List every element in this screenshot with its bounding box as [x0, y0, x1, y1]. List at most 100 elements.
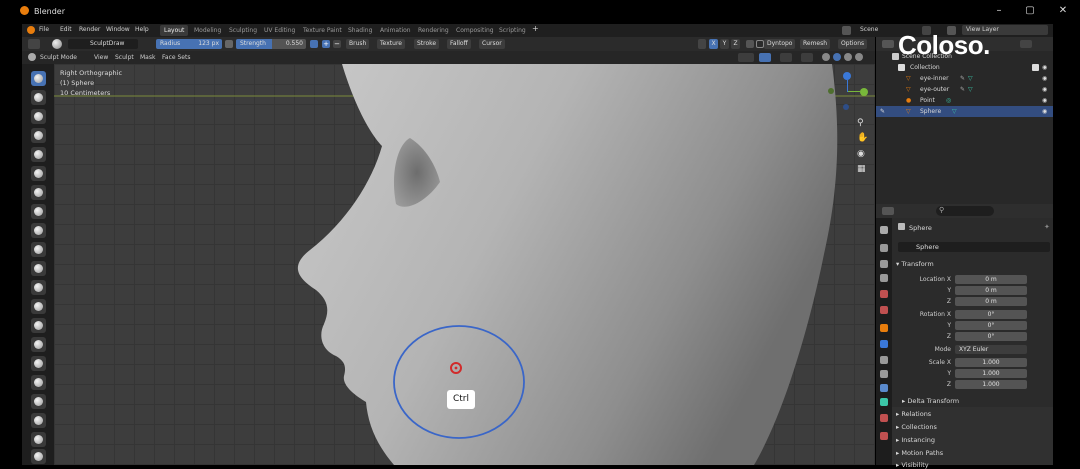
tab-layout[interactable]: Layout — [160, 25, 189, 36]
maximize-button[interactable]: ▢ — [1021, 4, 1039, 18]
pan-hand-icon[interactable]: ✋ — [857, 133, 868, 143]
tool-clay-thumb[interactable] — [31, 147, 46, 162]
modifier-tab-icon[interactable] — [880, 340, 888, 348]
tool-clay-strips[interactable] — [31, 128, 46, 143]
transform-section-header[interactable]: ▾ Transform — [896, 260, 934, 268]
menu-window[interactable]: Window — [106, 26, 130, 33]
tab-compositing[interactable]: Compositing — [452, 25, 498, 36]
scale-y-field[interactable]: 1.000 — [955, 369, 1027, 378]
mirror-x-toggle[interactable]: X — [709, 39, 718, 49]
stroke-menu[interactable]: Stroke — [414, 39, 440, 49]
scene-tab-icon[interactable] — [880, 290, 888, 298]
gizmo-z-icon[interactable] — [843, 72, 851, 80]
close-button[interactable]: ✕ — [1054, 4, 1072, 18]
view-layer-tab-icon[interactable] — [880, 274, 888, 282]
visibility-icon[interactable] — [738, 53, 754, 62]
location-y-field[interactable]: 0 m — [955, 286, 1027, 295]
outliner-row-collection[interactable]: Collection ◉ — [876, 62, 1053, 73]
tool-pinch[interactable] — [31, 337, 46, 352]
location-z-field[interactable]: 0 m — [955, 297, 1027, 306]
gizmo-neg-y-icon[interactable] — [828, 88, 834, 94]
pin-icon[interactable]: ✦ — [1044, 223, 1050, 231]
remesh-menu[interactable]: Remesh — [800, 39, 831, 49]
edit-pencil-icon[interactable]: ✎ — [880, 106, 885, 117]
scene-selector[interactable]: Scene — [860, 26, 878, 33]
material-shading-icon[interactable] — [844, 53, 852, 61]
outliner-editor-type-icon[interactable] — [882, 40, 894, 48]
tool-draw-sharp[interactable] — [31, 90, 46, 105]
material-tab-icon[interactable] — [880, 414, 888, 422]
constraints-tab-icon[interactable] — [880, 384, 888, 392]
mirror-z-toggle[interactable]: Z — [731, 39, 740, 49]
solid-shading-icon[interactable] — [833, 53, 841, 61]
symmetry-icon[interactable] — [698, 39, 706, 49]
tab-animation[interactable]: Animation — [376, 25, 415, 36]
gizmo-neg-z-icon[interactable] — [843, 104, 849, 110]
visibility-eye-icon[interactable]: ◉ — [1042, 73, 1047, 84]
visibility-eye-icon[interactable]: ◉ — [1042, 62, 1047, 73]
texture-menu[interactable]: Texture — [377, 39, 405, 49]
menu-face-sets[interactable]: Face Sets — [162, 54, 190, 61]
visibility-eye-icon[interactable]: ◉ — [1042, 95, 1047, 106]
wireframe-shading-icon[interactable] — [822, 53, 830, 61]
brush-type-icon[interactable] — [28, 39, 40, 49]
mirror-y-toggle[interactable]: Y — [720, 39, 729, 49]
tool-multiplane-scrape[interactable] — [31, 318, 46, 333]
visibility-eye-icon[interactable]: ◉ — [1042, 84, 1047, 95]
tool-fill[interactable] — [31, 280, 46, 295]
navigation-gizmo[interactable] — [828, 68, 868, 110]
tool-draw[interactable] — [31, 71, 46, 86]
instancing-section[interactable]: ▸ Instancing — [896, 436, 935, 444]
collections-section[interactable]: ▸ Collections — [896, 423, 937, 431]
lock-axis-icon[interactable] — [746, 40, 754, 48]
output-tab-icon[interactable] — [880, 260, 888, 268]
texture-tab-icon[interactable] — [880, 432, 888, 440]
delta-transform-section[interactable]: ▸ Delta Transform — [902, 397, 959, 405]
falloff-menu[interactable]: Falloff — [447, 39, 471, 49]
scale-x-field[interactable]: 1.000 — [955, 358, 1027, 367]
minimize-button[interactable]: – — [990, 4, 1008, 18]
tool-pose[interactable] — [31, 432, 46, 447]
motion-paths-section[interactable]: ▸ Motion Paths — [896, 449, 943, 457]
relations-section[interactable]: ▸ Relations — [896, 410, 931, 418]
tool-thumb[interactable] — [31, 413, 46, 428]
tool-smooth[interactable] — [31, 242, 46, 257]
object-name-field[interactable]: Sphere — [898, 242, 1050, 252]
tab-uv-editing[interactable]: UV Editing — [260, 25, 299, 36]
tool-crease[interactable] — [31, 223, 46, 238]
tool-nudge[interactable] — [31, 449, 46, 464]
rendered-shading-icon[interactable] — [855, 53, 863, 61]
exclude-checkbox[interactable] — [1032, 64, 1039, 71]
radius-slider[interactable]: Radius 123 px — [156, 39, 222, 49]
outliner-row-point[interactable]: ● Point ◎ ◉ — [876, 95, 1053, 106]
tab-scripting[interactable]: Scripting — [495, 25, 530, 36]
cursor-menu[interactable]: Cursor — [479, 39, 505, 49]
filter-icon[interactable] — [1020, 40, 1032, 48]
tab-rendering[interactable]: Rendering — [414, 25, 453, 36]
object-tab-icon[interactable] — [880, 324, 888, 332]
particles-tab-icon[interactable] — [880, 356, 888, 364]
direction-add-icon[interactable]: + — [322, 40, 330, 48]
tab-modeling[interactable]: Modeling — [190, 25, 225, 36]
scale-z-field[interactable]: 1.000 — [955, 380, 1027, 389]
blender-menu-icon[interactable] — [27, 26, 35, 34]
outliner-row-sphere[interactable]: ✎ ▽ Sphere ▽ ◉ — [876, 106, 1053, 117]
strength-slider[interactable]: Strength 0.550 — [236, 39, 306, 49]
menu-edit[interactable]: Edit — [60, 26, 72, 33]
gizmo-icon[interactable] — [759, 53, 771, 62]
tool-grab[interactable] — [31, 356, 46, 371]
pen-pressure-icon[interactable] — [225, 40, 233, 48]
options-menu[interactable]: Options — [838, 39, 868, 49]
tool-clay[interactable] — [31, 109, 46, 124]
zoom-icon[interactable]: ⚲ — [857, 118, 864, 128]
scene-icon[interactable] — [842, 26, 851, 35]
ortho-grid-icon[interactable]: ▦ — [857, 164, 866, 174]
tab-sculpting[interactable]: Sculpting — [225, 25, 261, 36]
rotation-y-field[interactable]: 0° — [955, 321, 1027, 330]
tool-tab-icon[interactable] — [880, 226, 888, 234]
direction-subtract-icon[interactable]: − — [333, 40, 341, 48]
tool-inflate[interactable] — [31, 185, 46, 200]
properties-search-field[interactable]: ⚲ — [936, 206, 994, 216]
add-workspace-button[interactable]: + — [532, 24, 539, 33]
tool-blob[interactable] — [31, 204, 46, 219]
